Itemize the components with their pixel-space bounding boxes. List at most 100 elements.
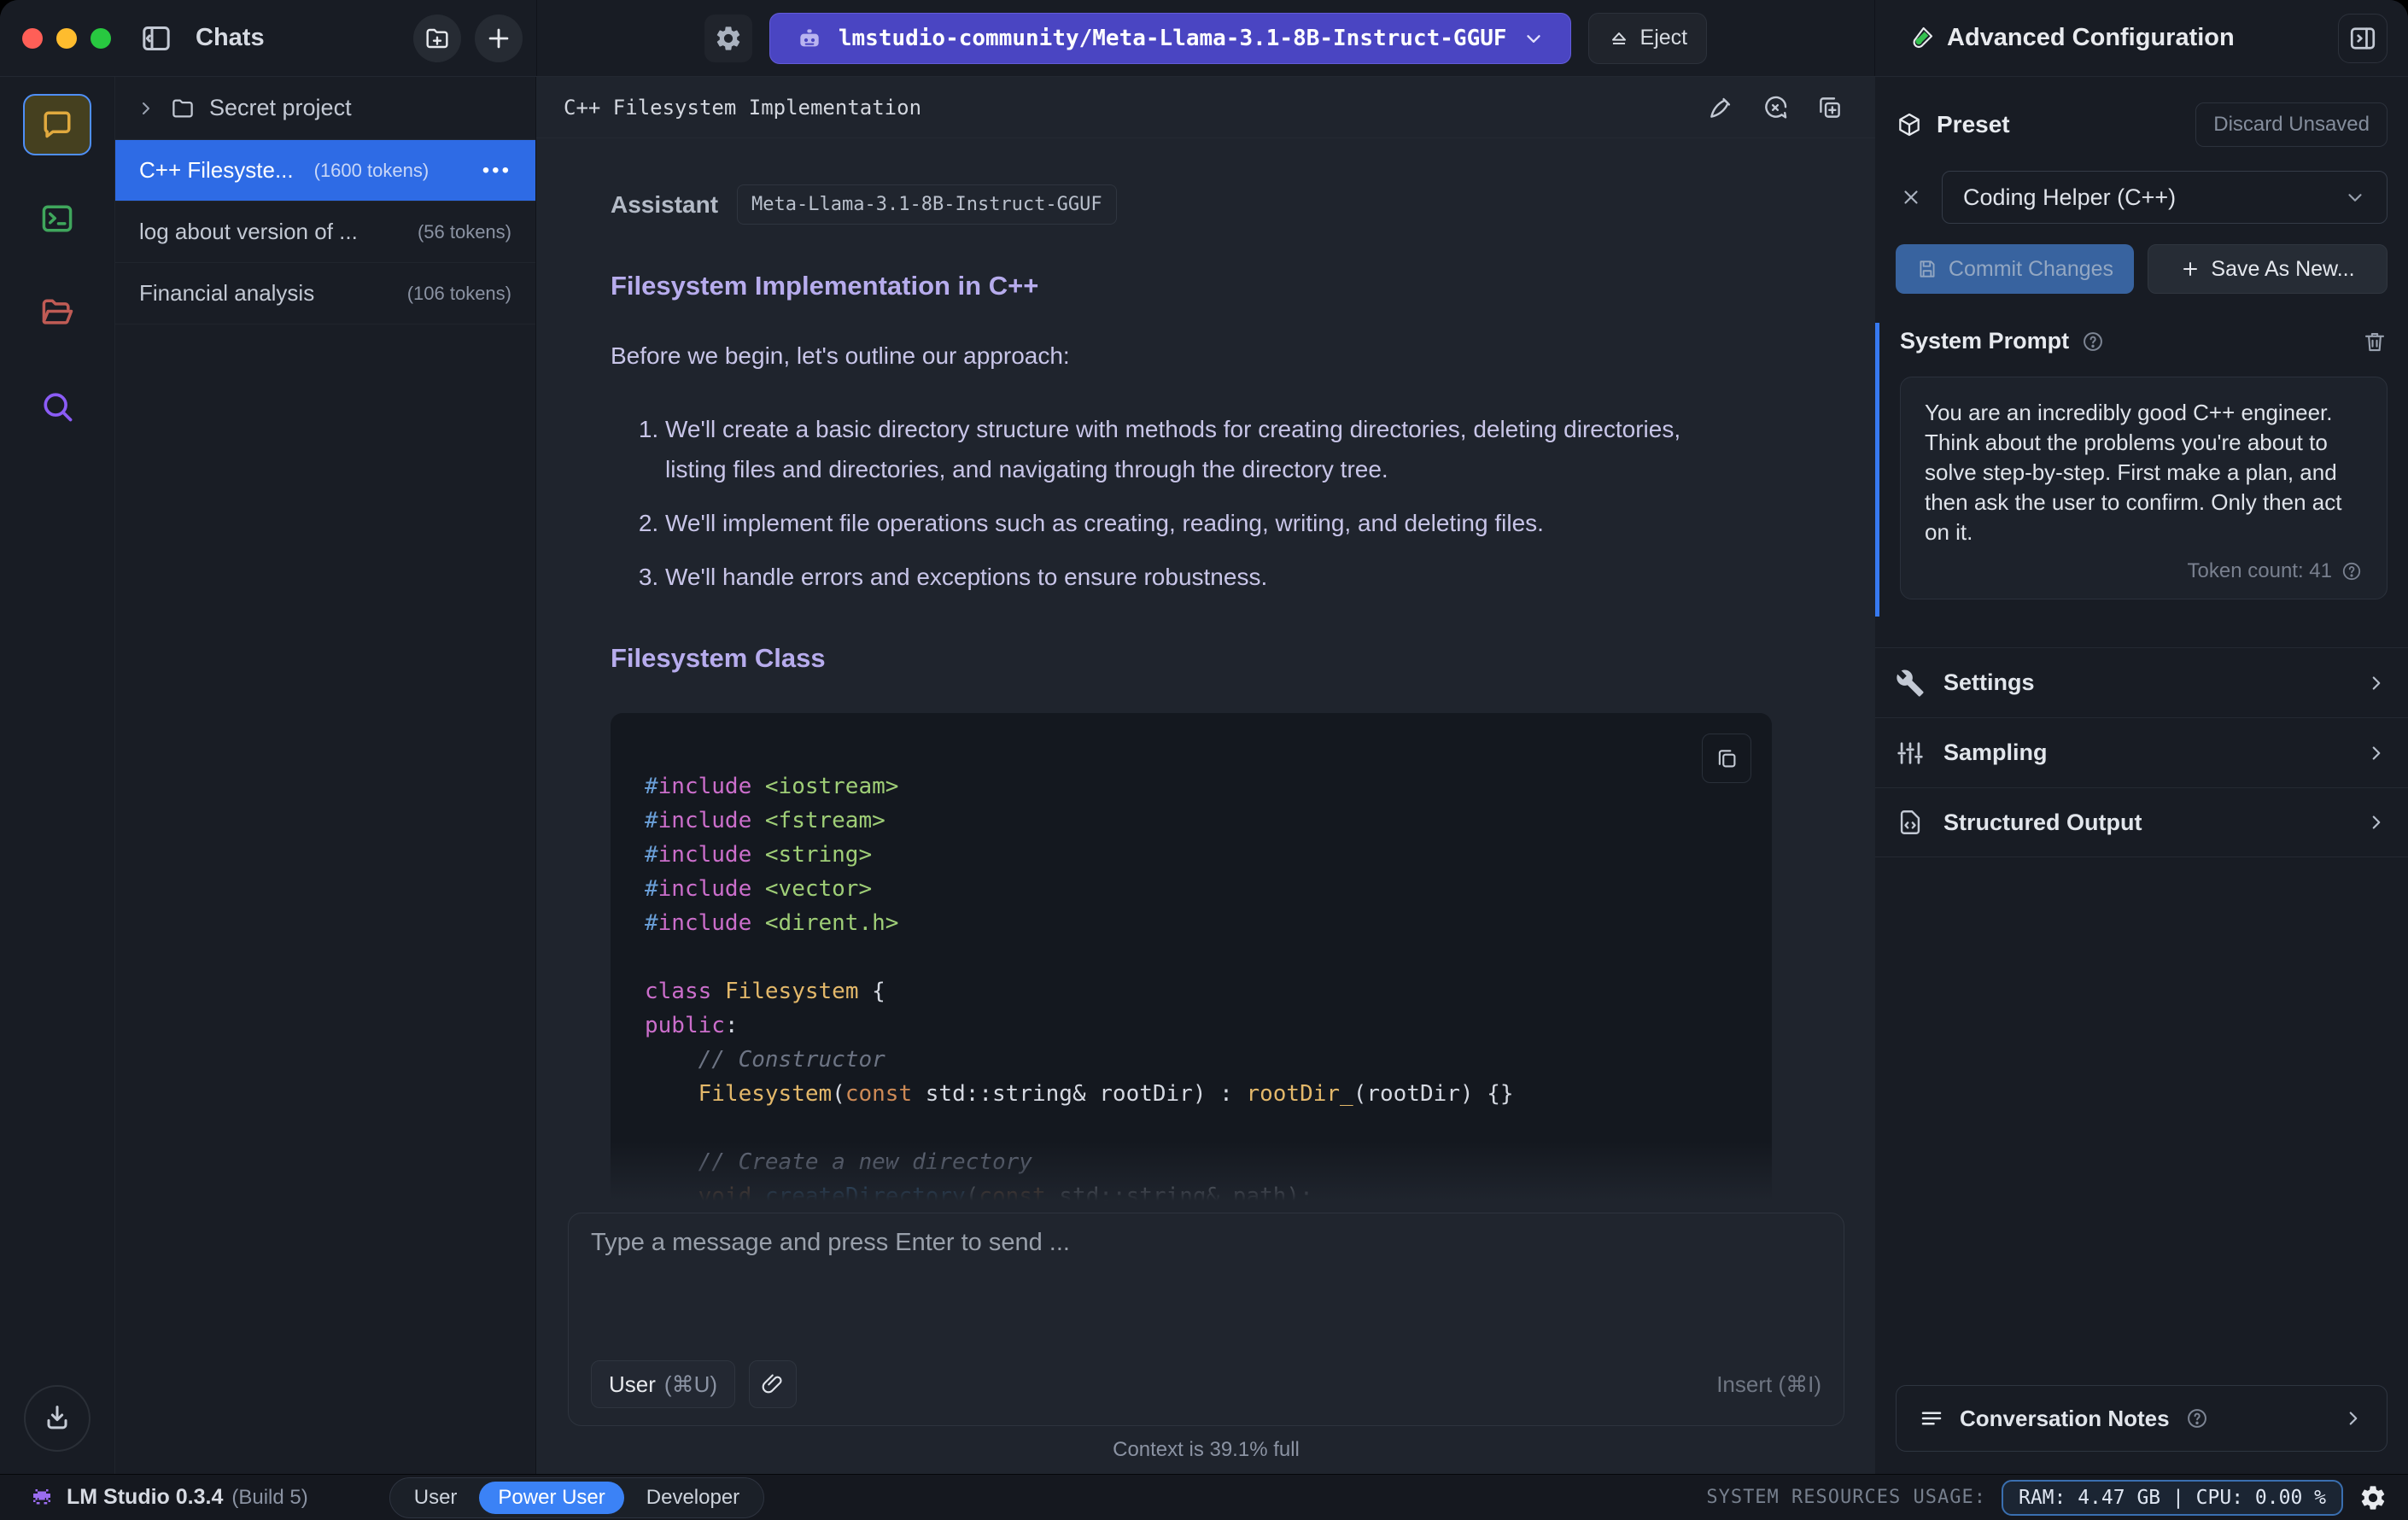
- loaded-model-selector[interactable]: lmstudio-community/Meta-Llama-3.1-8B-Ins…: [769, 12, 1571, 64]
- message-heading-2: Filesystem Class: [611, 643, 826, 673]
- context-status: Context is 39.1% full: [1113, 1438, 1300, 1461]
- close-window-button[interactable]: [22, 27, 43, 49]
- notes-icon: [1921, 1412, 1942, 1425]
- chat-item-title: Financial analysis: [139, 280, 315, 306]
- sidebar-toggle-icon[interactable]: [132, 15, 180, 62]
- clear-conversation-icon[interactable]: [1761, 93, 1790, 122]
- code-line: // Constructor: [698, 1047, 885, 1073]
- chat-title: C++ Filesystem Implementation: [564, 95, 922, 120]
- trash-icon[interactable]: [2362, 329, 2388, 354]
- search-icon: [44, 393, 73, 422]
- help-circle-icon[interactable]: [2081, 330, 2105, 354]
- nav-discover-tab[interactable]: [23, 376, 91, 437]
- chat-list-item[interactable]: C++ Filesyste... (1600 tokens) •••: [115, 140, 535, 202]
- lm-studio-window: Chats lmstudio-community/Meta-Llama-3.1-…: [0, 0, 2408, 1520]
- code-line: #include <vector>: [645, 876, 873, 902]
- commit-changes-button[interactable]: Commit Changes: [1896, 244, 2134, 294]
- nav-chat-tab[interactable]: [23, 94, 91, 155]
- chat-actions: [1706, 93, 1844, 122]
- folder-open-icon: [42, 299, 73, 324]
- approach-list-item: We'll create a basic directory structure…: [665, 409, 1741, 489]
- settings-gear-icon[interactable]: [2358, 1483, 2388, 1512]
- code-line: public:: [645, 1013, 739, 1038]
- mode-tab-user[interactable]: User: [395, 1482, 476, 1514]
- preset-label: Preset: [1937, 111, 2010, 137]
- code-line: #include <dirent.h>: [645, 910, 899, 936]
- collapse-panel-icon[interactable]: [2338, 13, 2388, 63]
- app-build: (Build 5): [231, 1485, 308, 1509]
- mode-tab-developer[interactable]: Developer: [628, 1482, 758, 1514]
- terminal-icon: [42, 205, 73, 232]
- save-icon: [1920, 260, 1935, 278]
- new-folder-button[interactable]: [413, 14, 461, 62]
- chat-item-menu-icon[interactable]: •••: [482, 159, 511, 183]
- test-tube-icon: [1913, 26, 1933, 48]
- clear-preset-icon[interactable]: [1896, 186, 1926, 208]
- new-chat-button[interactable]: [475, 14, 523, 62]
- composer-area: User (⌘U) Insert (⌘I) Context is 39.1% f…: [536, 1141, 1875, 1474]
- role-selector-button[interactable]: User (⌘U): [591, 1360, 735, 1408]
- chevron-right-icon: [2349, 1412, 2358, 1425]
- conversation-notes-button[interactable]: Conversation Notes: [1896, 1385, 2388, 1452]
- message-input[interactable]: [591, 1229, 1821, 1360]
- conversation-view[interactable]: Assistant Meta-Llama-3.1-8B-Instruct-GGU…: [536, 138, 1875, 1201]
- sidebar-header: Chats: [0, 0, 536, 76]
- eject-model-button[interactable]: Eject: [1587, 12, 1708, 64]
- resources-value[interactable]: RAM: 4.47 GB | CPU: 0.00 %: [2001, 1479, 2343, 1516]
- advanced-config-title: Advanced Configuration: [1947, 24, 2235, 51]
- code-line: class Filesystem {: [645, 979, 885, 1004]
- system-prompt-section: System Prompt You are an incredibly good…: [1875, 323, 2408, 617]
- assistant-label: Assistant: [611, 190, 719, 218]
- system-prompt-editor[interactable]: You are an incredibly good C++ engineer.…: [1900, 377, 2388, 599]
- plus-icon: [2183, 262, 2198, 276]
- nav-developer-tab[interactable]: [23, 188, 91, 249]
- model-bar: lmstudio-community/Meta-Llama-3.1-8B-Ins…: [536, 0, 1875, 76]
- code-line: #include <iostream>: [645, 774, 899, 799]
- downloads-button[interactable]: [24, 1385, 91, 1452]
- duplicate-chat-icon[interactable]: [1815, 93, 1844, 122]
- advanced-config-panel: Preset Discard Unsaved Coding Helper (C+…: [1875, 77, 2408, 1474]
- sliders-icon: [1896, 739, 1925, 768]
- help-circle-icon[interactable]: [2341, 560, 2363, 582]
- chat-list-item[interactable]: log about version of ... (56 tokens): [115, 202, 535, 263]
- code-line: void createDirectory(const std::string& …: [698, 1184, 1313, 1201]
- chat-item-title: log about version of ...: [139, 219, 358, 244]
- config-sections: Settings Sampling Structured Output: [1875, 647, 2408, 857]
- copy-code-icon[interactable]: [1702, 734, 1751, 783]
- chat-list-item[interactable]: Financial analysis (106 tokens): [115, 263, 535, 324]
- minimize-window-button[interactable]: [56, 27, 77, 49]
- eject-icon: [1611, 32, 1626, 44]
- attach-file-button[interactable]: [749, 1360, 797, 1408]
- chevron-right-icon: [2365, 672, 2388, 694]
- section-settings[interactable]: Settings: [1875, 647, 2408, 717]
- help-circle-icon: [2187, 1409, 2206, 1428]
- section-label: Structured Output: [1943, 809, 2142, 835]
- section-sampling[interactable]: Sampling: [1875, 717, 2408, 787]
- nav-models-tab[interactable]: [23, 282, 91, 343]
- quill-icon[interactable]: [1706, 93, 1735, 122]
- insert-button[interactable]: Insert (⌘I): [1716, 1371, 1821, 1398]
- top-bar: Chats lmstudio-community/Meta-Llama-3.1-…: [0, 0, 2408, 77]
- chat-sidebar: Secret project C++ Filesyste... (1600 tok…: [115, 77, 536, 1474]
- code-line: Filesystem(const std::string& rootDir) :…: [698, 1081, 1514, 1107]
- chat-item-token-count: (106 tokens): [406, 282, 511, 304]
- folder-secret-project[interactable]: Secret project: [115, 77, 535, 140]
- section-label: Settings: [1943, 669, 2035, 695]
- discard-unsaved-button[interactable]: Discard Unsaved: [2195, 102, 2388, 147]
- advanced-config-header: Advanced Configuration: [1875, 0, 2408, 76]
- approach-list: We'll create a basic directory structure…: [611, 409, 1824, 597]
- model-settings-gear-icon[interactable]: [704, 14, 752, 62]
- section-structured-output[interactable]: Structured Output: [1875, 787, 2408, 857]
- file-code-icon: [1896, 808, 1925, 837]
- chat-header: C++ Filesystem Implementation: [536, 77, 1875, 138]
- content-area: Secret project C++ Filesyste... (1600 tok…: [0, 77, 2408, 1474]
- folder-icon: [172, 99, 193, 117]
- user-mode-tabs: User Power User Developer: [389, 1476, 765, 1518]
- save-as-new-button[interactable]: Save As New...: [2148, 244, 2388, 294]
- approach-list-item: We'll handle errors and exceptions to en…: [665, 557, 1741, 597]
- mode-tab-power-user[interactable]: Power User: [479, 1481, 624, 1514]
- preset-dropdown[interactable]: Coding Helper (C++): [1942, 171, 2388, 224]
- folder-name: Secret project: [209, 95, 352, 120]
- zoom-window-button[interactable]: [91, 27, 111, 49]
